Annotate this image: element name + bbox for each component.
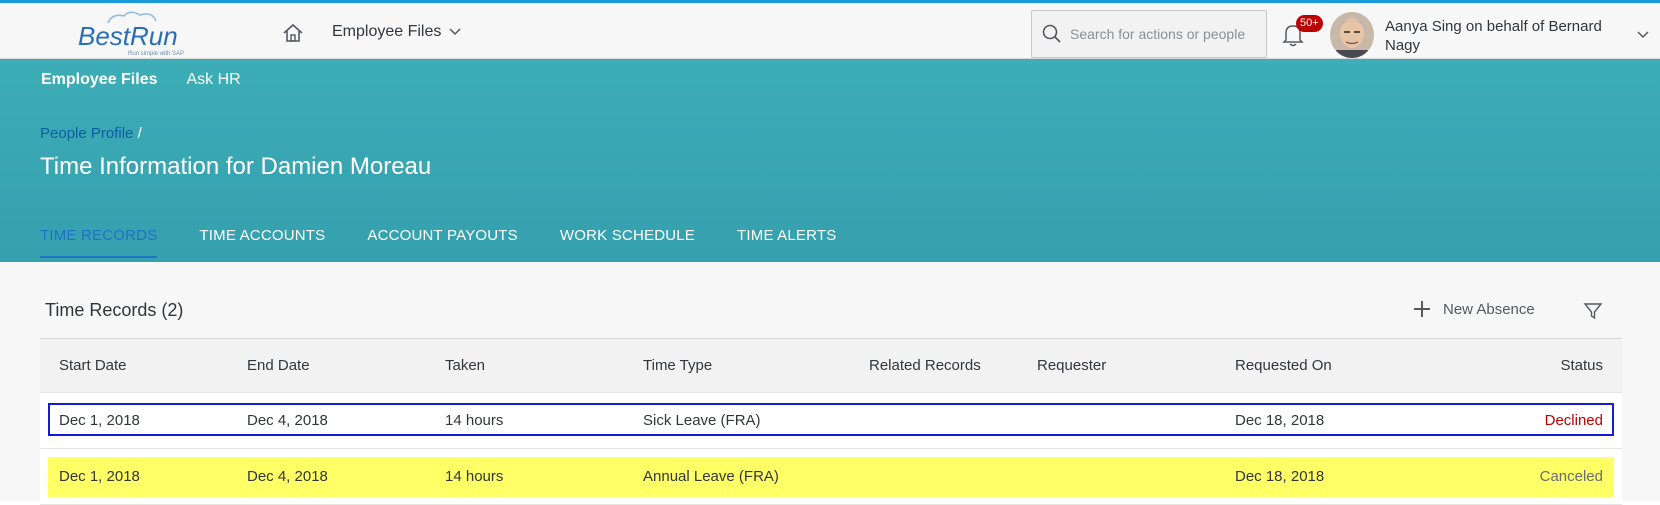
tab-time-alerts[interactable]: TIME ALERTS (737, 227, 836, 258)
user-name-label[interactable]: Aanya Sing on behalf of Bernard Nagy (1385, 17, 1625, 55)
search-field[interactable] (1031, 10, 1267, 58)
cell-requested-on: Dec 18, 2018 (1235, 468, 1325, 485)
cell-requested-on: Dec 18, 2018 (1235, 412, 1325, 429)
subnav-employee-files[interactable]: Employee Files (41, 71, 158, 89)
table-title: Time Records (2) (45, 300, 184, 320)
column-header-status[interactable]: Status (1560, 339, 1603, 392)
cell-end-date: Dec 4, 2018 (247, 412, 328, 429)
tab-time-records[interactable]: TIME RECORDS (40, 227, 158, 258)
page-header: Employee Files Ask HR People Profile / T… (0, 59, 1660, 262)
tab-bar: TIME RECORDS TIME ACCOUNTS ACCOUNT PAYOU… (40, 227, 836, 258)
breadcrumb-people-profile-link[interactable]: People Profile (40, 125, 133, 142)
breadcrumb: People Profile / (40, 125, 142, 142)
search-input[interactable] (1070, 26, 1260, 42)
column-header-time-type[interactable]: Time Type (643, 339, 712, 392)
sub-navigation: Employee Files Ask HR (41, 71, 241, 89)
home-icon[interactable] (282, 23, 308, 47)
filter-icon[interactable] (1583, 301, 1603, 321)
tab-account-payouts[interactable]: ACCOUNT PAYOUTS (367, 227, 518, 258)
menu-label: Employee Files (332, 23, 442, 40)
logo-text: BestRun (78, 21, 178, 51)
cell-status: Declined (1544, 412, 1603, 429)
cell-time-type: Sick Leave (FRA) (643, 412, 761, 429)
chevron-down-icon[interactable] (1637, 31, 1649, 39)
avatar[interactable] (1330, 12, 1374, 58)
tab-work-schedule[interactable]: WORK SCHEDULE (560, 227, 695, 258)
table-row[interactable]: Dec 1, 2018 Dec 4, 2018 14 hours Annual … (40, 449, 1622, 505)
plus-icon (1414, 301, 1430, 317)
tab-time-accounts[interactable]: TIME ACCOUNTS (199, 227, 325, 258)
column-header-requester[interactable]: Requester (1037, 339, 1106, 392)
shell-bar: BestRun Run simple with SAP Employee Fil… (0, 3, 1660, 59)
chevron-down-icon (449, 28, 461, 36)
notifications-badge: 50+ (1296, 15, 1323, 32)
time-records-table: Start Date End Date Taken Time Type Rela… (40, 338, 1622, 505)
table-header-row: Start Date End Date Taken Time Type Rela… (40, 338, 1622, 393)
table-row[interactable]: Dec 1, 2018 Dec 4, 2018 14 hours Sick Le… (40, 393, 1622, 449)
employee-files-menu-button[interactable]: Employee Files (332, 23, 461, 41)
column-header-requested-on[interactable]: Requested On (1235, 339, 1332, 392)
column-header-taken[interactable]: Taken (445, 339, 485, 392)
subnav-ask-hr[interactable]: Ask HR (187, 71, 241, 89)
cell-time-type: Annual Leave (FRA) (643, 468, 779, 485)
content-area: Time Records (2) New Absence Start Date … (0, 262, 1660, 505)
bestrun-logo[interactable]: BestRun Run simple with SAP (78, 9, 198, 57)
cell-start-date: Dec 1, 2018 (59, 468, 140, 485)
column-header-start-date[interactable]: Start Date (59, 339, 127, 392)
page-title: Time Information for Damien Moreau (40, 153, 432, 180)
column-header-related-records[interactable]: Related Records (869, 339, 981, 392)
column-header-end-date[interactable]: End Date (247, 339, 310, 392)
search-icon (1042, 24, 1061, 43)
breadcrumb-separator: / (137, 125, 142, 142)
cell-status: Canceled (1539, 468, 1603, 485)
cell-taken: 14 hours (445, 468, 504, 485)
new-absence-button[interactable]: New Absence (1413, 300, 1535, 318)
logo-tagline: Run simple with SAP (128, 51, 184, 57)
cell-end-date: Dec 4, 2018 (247, 468, 328, 485)
new-absence-label: New Absence (1443, 300, 1535, 318)
cell-start-date: Dec 1, 2018 (59, 412, 140, 429)
cell-taken: 14 hours (445, 412, 504, 429)
